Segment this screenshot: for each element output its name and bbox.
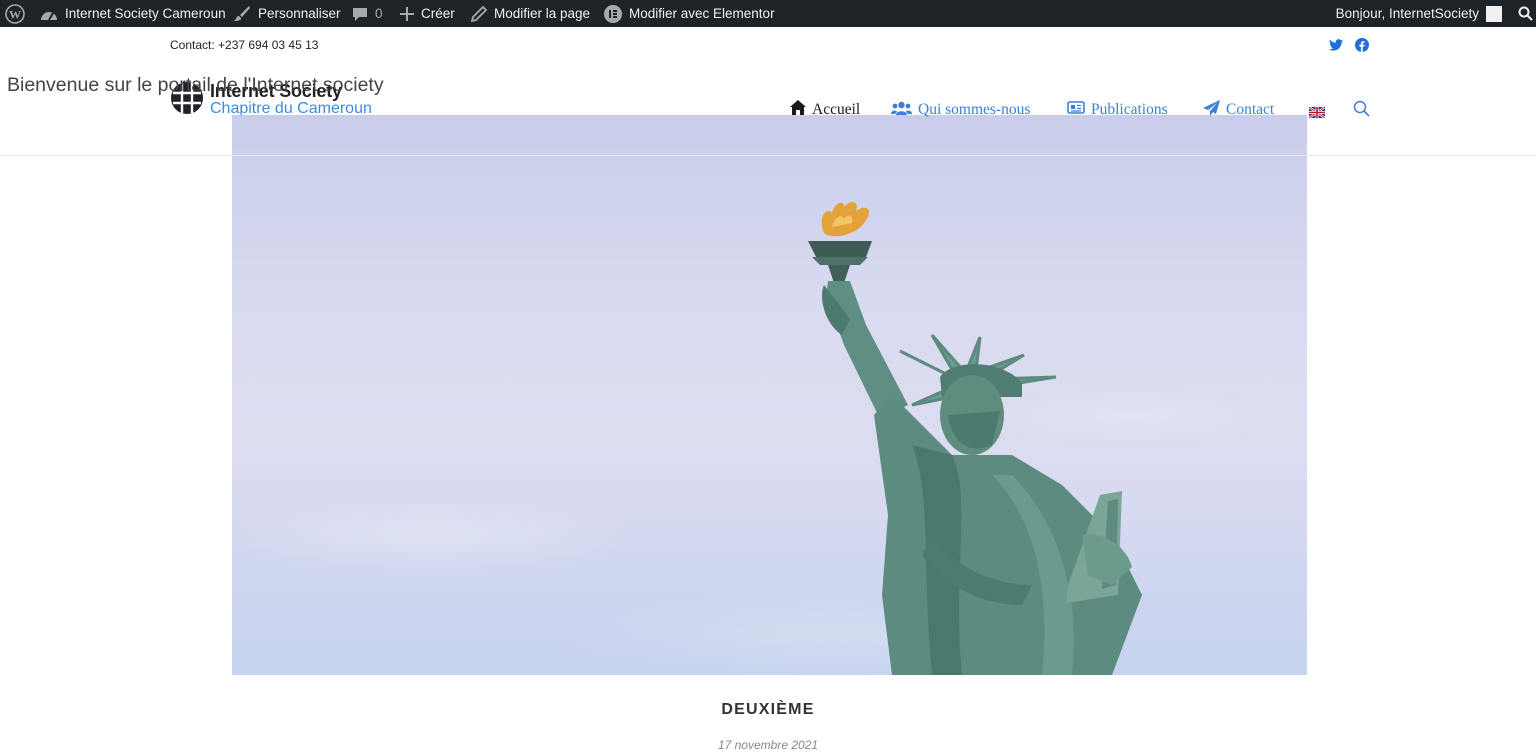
admin-bar-comments[interactable]: 0: [352, 0, 383, 27]
nav-item-contact[interactable]: Contact: [1203, 99, 1275, 121]
users-icon: [891, 101, 918, 120]
admin-bar-edit-page[interactable]: Modifier la page: [471, 0, 590, 27]
admin-bar-edit-elementor-label: Modifier avec Elementor: [629, 6, 775, 21]
search-icon[interactable]: [1353, 100, 1370, 122]
topbar-contact: Contact: +237 694 03 45 13: [170, 38, 319, 52]
paper-plane-icon: [1203, 99, 1226, 121]
nav-item-publications[interactable]: Publications: [1067, 100, 1168, 120]
home-icon: [790, 100, 812, 120]
nav-item-label: Qui sommes-nous: [918, 101, 1031, 118]
elementor-icon: [604, 4, 622, 23]
uk-flag-icon[interactable]: [1308, 105, 1326, 119]
admin-bar-search[interactable]: [1518, 0, 1533, 27]
paintbrush-icon: [234, 5, 251, 22]
nav-item-label: Contact: [1226, 101, 1275, 118]
admin-bar-my-account[interactable]: Bonjour, InternetSociety: [1336, 0, 1518, 27]
admin-bar-greeting: Bonjour, InternetSociety: [1335, 6, 1479, 21]
comment-icon: [352, 6, 368, 22]
header-divider: [0, 155, 1536, 156]
admin-bar-site-name[interactable]: Internet Society Cameroun: [40, 0, 226, 27]
post-date: 17 novembre 2021: [717, 738, 819, 752]
admin-bar-customize-label: Personnaliser: [258, 6, 341, 21]
post-title[interactable]: DEUXIÈME: [0, 701, 1536, 719]
pencil-icon: [471, 5, 487, 22]
admin-bar-comments-count: 0: [375, 6, 383, 21]
admin-bar-create-label: Créer: [421, 6, 455, 21]
nav-item-accueil[interactable]: Accueil: [790, 100, 860, 120]
dashboard-icon: [40, 6, 58, 22]
nav-item-label: Publications: [1091, 101, 1168, 118]
twitter-icon[interactable]: [1329, 38, 1343, 52]
admin-bar-site-label: Internet Society Cameroun: [65, 6, 226, 21]
facebook-icon[interactable]: [1355, 38, 1369, 52]
hero-image-statue-of-liberty: [232, 115, 1307, 675]
admin-bar-search-icon: [1518, 6, 1533, 21]
wordpress-logo-icon[interactable]: W: [5, 0, 25, 27]
newspaper-icon: [1067, 101, 1091, 119]
statue-of-liberty-illustration: [808, 202, 1142, 675]
admin-bar-edit-elementor[interactable]: Modifier avec Elementor: [604, 0, 775, 27]
admin-bar-create[interactable]: Créer: [400, 0, 455, 27]
svg-text:W: W: [9, 7, 21, 21]
admin-bar-customize[interactable]: Personnaliser: [234, 0, 341, 27]
wp-admin-bar: W Internet Society Cameroun Personnalise…: [0, 0, 1536, 27]
nav-item-qui-sommes-nous[interactable]: Qui sommes-nous: [891, 100, 1030, 120]
plus-icon: [400, 6, 414, 21]
admin-bar-edit-page-label: Modifier la page: [494, 6, 591, 21]
welcome-text: Bienvenue sur le portail de l'Internet s…: [7, 74, 384, 96]
nav-item-label: Accueil: [812, 101, 861, 118]
avatar: [1486, 5, 1502, 22]
